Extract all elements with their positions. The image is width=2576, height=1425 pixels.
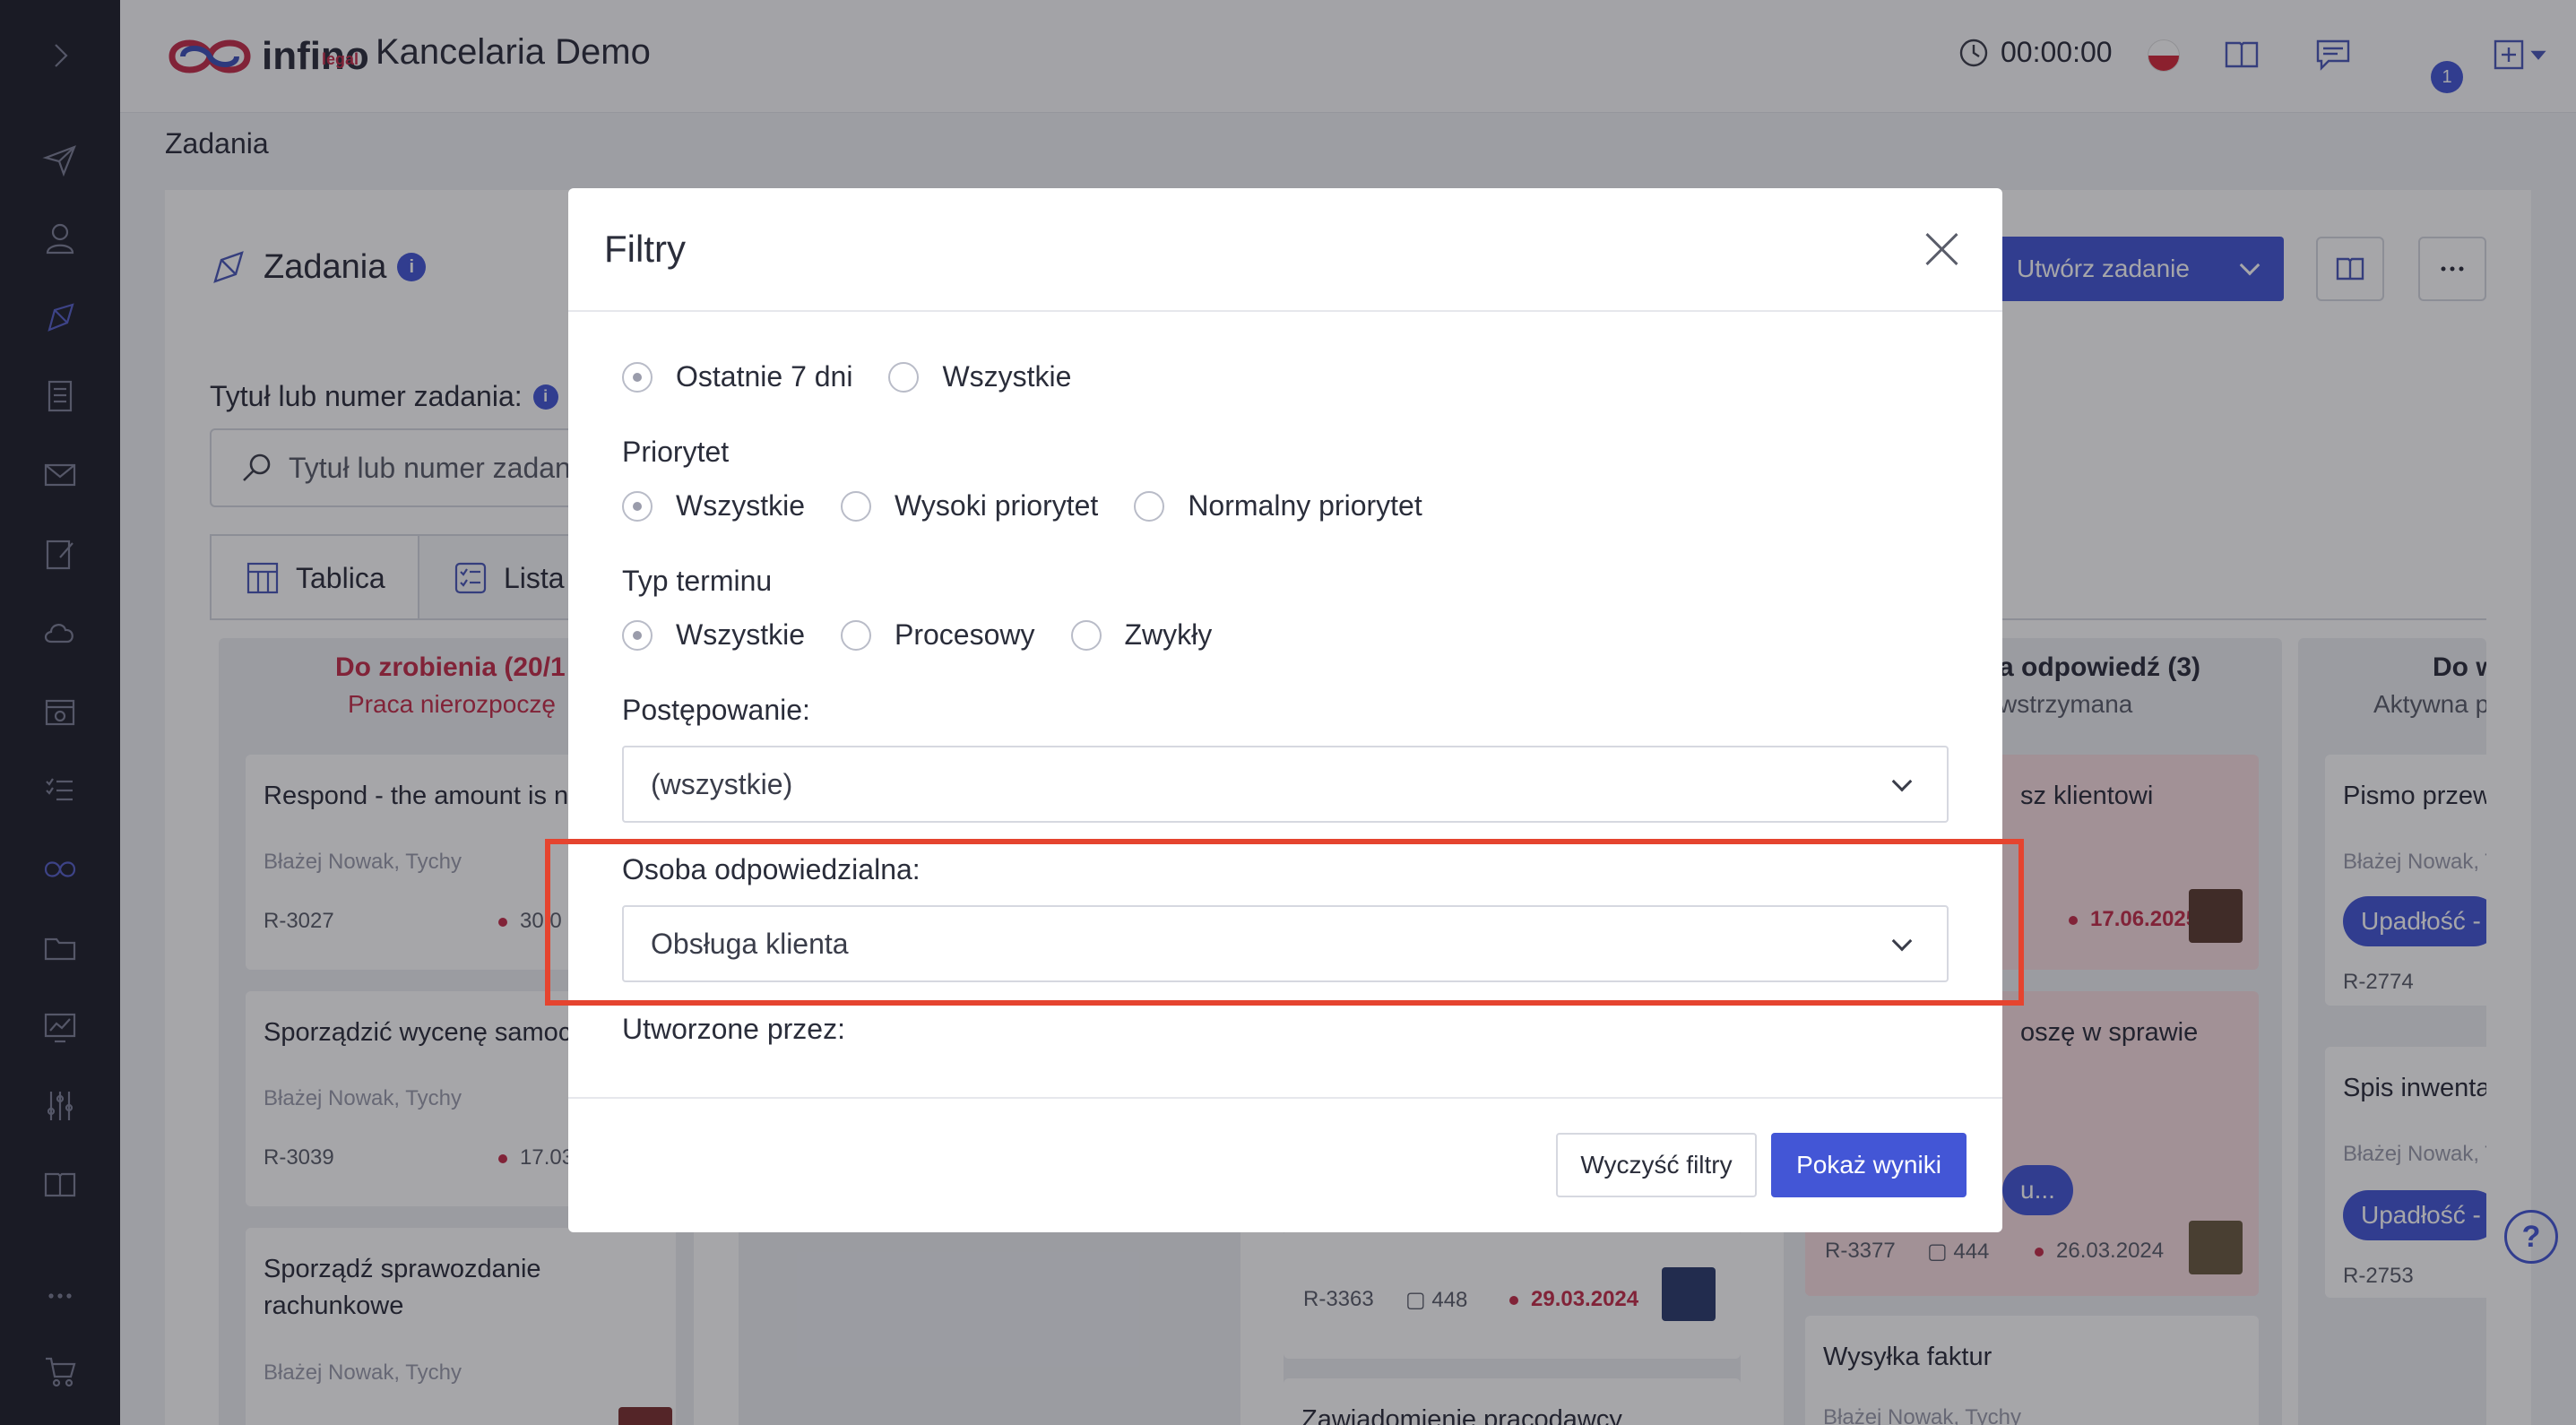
- radio-circle[interactable]: [841, 619, 871, 651]
- radio-deadline-regular[interactable]: Zwykły: [1070, 618, 1213, 652]
- radio-priority-high[interactable]: Wysoki priorytet: [841, 489, 1098, 522]
- proceedings-value: (wszystkie): [651, 767, 793, 800]
- radio-circle[interactable]: [622, 490, 653, 522]
- radio-label: Wszystkie: [942, 360, 1072, 393]
- show-results-button[interactable]: Pokaż wyniki: [1771, 1133, 1967, 1197]
- radio-deadline-all[interactable]: Wszystkie: [622, 618, 805, 652]
- radio-label: Wysoki priorytet: [895, 489, 1099, 522]
- deadline-type-label: Typ terminu: [622, 565, 773, 597]
- created-by-label: Utworzone przez:: [622, 1013, 845, 1045]
- deadline-type-radio-group: Wszystkie Procesowy Zwykły: [622, 618, 1248, 652]
- modal-header: Filtry: [568, 188, 2002, 312]
- radio-label: Ostatnie 7 dni: [676, 360, 853, 393]
- radio-deadline-procedural[interactable]: Procesowy: [841, 618, 1035, 652]
- radio-circle[interactable]: [622, 619, 653, 651]
- radio-label: Procesowy: [895, 618, 1035, 651]
- modal-title: Filtry: [604, 228, 686, 270]
- proceedings-select[interactable]: (wszystkie): [622, 746, 1949, 823]
- chevron-down-icon[interactable]: [1891, 771, 1913, 792]
- filters-modal: Filtry Ostatnie 7 dni Wszystkie Prioryte…: [568, 188, 2002, 1232]
- radio-label: Wszystkie: [676, 618, 805, 651]
- radio-circle[interactable]: [622, 361, 653, 393]
- clear-filters-button[interactable]: Wyczyść filtry: [1556, 1133, 1757, 1197]
- radio-label: Zwykły: [1124, 618, 1213, 651]
- highlight-frame: [545, 839, 2024, 1006]
- radio-priority-all[interactable]: Wszystkie: [622, 489, 805, 522]
- radio-priority-normal[interactable]: Normalny priorytet: [1134, 489, 1422, 522]
- radio-label: Wszystkie: [676, 489, 805, 522]
- radio-all-periods[interactable]: Wszystkie: [888, 360, 1071, 393]
- proceedings-label: Postępowanie:: [622, 694, 810, 726]
- priority-radio-group: Wszystkie Wysoki priorytet Normalny prio…: [622, 489, 1458, 522]
- close-icon[interactable]: [1923, 231, 1959, 267]
- period-radio-group: Ostatnie 7 dni Wszystkie: [622, 360, 1107, 393]
- radio-label: Normalny priorytet: [1188, 489, 1422, 522]
- radio-circle[interactable]: [841, 490, 871, 522]
- priority-label: Priorytet: [622, 436, 730, 468]
- radio-last-7-days[interactable]: Ostatnie 7 dni: [622, 360, 852, 393]
- modal-footer-divider: [568, 1097, 2002, 1099]
- radio-circle[interactable]: [888, 361, 920, 393]
- radio-circle[interactable]: [1134, 490, 1165, 522]
- radio-circle[interactable]: [1070, 619, 1102, 651]
